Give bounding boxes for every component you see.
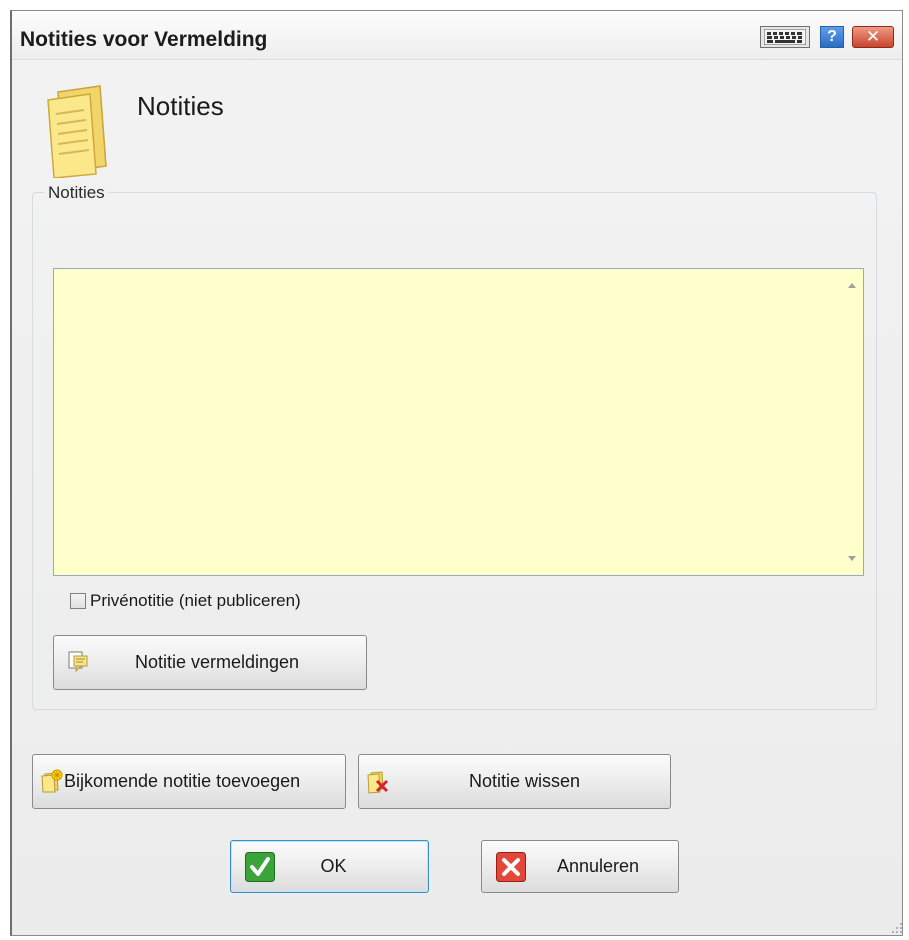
delete-note-label: Notitie wissen [468, 771, 581, 791]
private-note-label[interactable]: Privénotitie (niet publiceren) [90, 591, 301, 611]
add-note-icon [41, 769, 63, 793]
notes-textarea[interactable] [53, 268, 864, 576]
notes-group-legend: Notities [44, 183, 109, 203]
window-title: Notities voor Vermelding [20, 28, 268, 51]
keyboard-icon[interactable] [760, 26, 810, 48]
note-mentions-label: Notitie vermeldingen [134, 652, 300, 672]
notes-icon [47, 85, 107, 178]
add-note-label: Bijkomende notitie toevoegen [64, 771, 301, 791]
help-button[interactable]: ? [820, 26, 844, 48]
resize-grip-icon[interactable] [889, 920, 903, 934]
notes-scrollbar[interactable] [841, 269, 863, 575]
title-bar[interactable]: Notities voor Vermelding ? ✕ [12, 11, 902, 60]
cancel-label: Annuleren [556, 856, 640, 876]
delete-note-button[interactable]: Notitie wissen [358, 754, 671, 809]
close-button[interactable]: ✕ [852, 26, 894, 48]
ok-label: OK [320, 856, 347, 876]
cancel-button[interactable]: Annuleren [481, 840, 679, 893]
scroll-down-arrow-icon[interactable] [848, 556, 856, 561]
ok-button[interactable]: OK [230, 840, 429, 893]
private-note-checkbox[interactable] [70, 593, 86, 609]
page-title: Notities [137, 91, 224, 121]
scroll-up-arrow-icon[interactable] [848, 283, 856, 288]
add-note-button[interactable]: Bijkomende notitie toevoegen [32, 754, 346, 809]
note-mentions-button[interactable]: Notitie vermeldingen [53, 635, 367, 690]
